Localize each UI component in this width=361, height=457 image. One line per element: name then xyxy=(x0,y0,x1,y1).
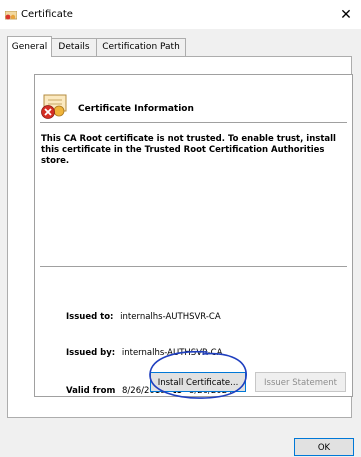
tab-details[interactable]: Details xyxy=(50,38,98,56)
divider xyxy=(40,122,347,123)
general-panel: Certificate Information This CA Root cer… xyxy=(7,56,353,418)
certificate-icon xyxy=(5,11,17,20)
issued-by-row: Issued by: internalhs-AUTHSVR-CA xyxy=(66,348,222,358)
untrusted-certificate-icon xyxy=(41,94,67,119)
certificate-info-heading: Certificate Information xyxy=(78,104,194,114)
ok-button[interactable]: OK xyxy=(294,438,354,456)
issued-to-value: internalhs-AUTHSVR-CA xyxy=(120,312,221,322)
valid-from-label: Valid from xyxy=(66,386,116,396)
certificate-info-box: Certificate Information This CA Root cer… xyxy=(34,74,353,397)
window-title: Certificate xyxy=(21,9,73,20)
tab-certification-path[interactable]: Certification Path xyxy=(96,38,186,56)
close-button[interactable]: ✕ xyxy=(337,6,355,24)
issued-to-label: Issued to: xyxy=(66,312,114,322)
trust-warning-text: This CA Root certificate is not trusted.… xyxy=(41,134,336,166)
issued-by-value: internalhs-AUTHSVR-CA xyxy=(121,348,223,358)
issued-to-row: Issued to: internalhs-AUTHSVR-CA xyxy=(66,312,221,322)
title-bar: Certificate ✕ xyxy=(0,3,361,29)
tab-general[interactable]: General xyxy=(7,36,52,57)
divider xyxy=(40,266,347,267)
install-certificate-button[interactable]: Install Certificate... xyxy=(150,372,246,392)
issuer-statement-button[interactable]: Issuer Statement xyxy=(255,372,346,392)
issued-by-label: Issued by: xyxy=(66,348,116,358)
